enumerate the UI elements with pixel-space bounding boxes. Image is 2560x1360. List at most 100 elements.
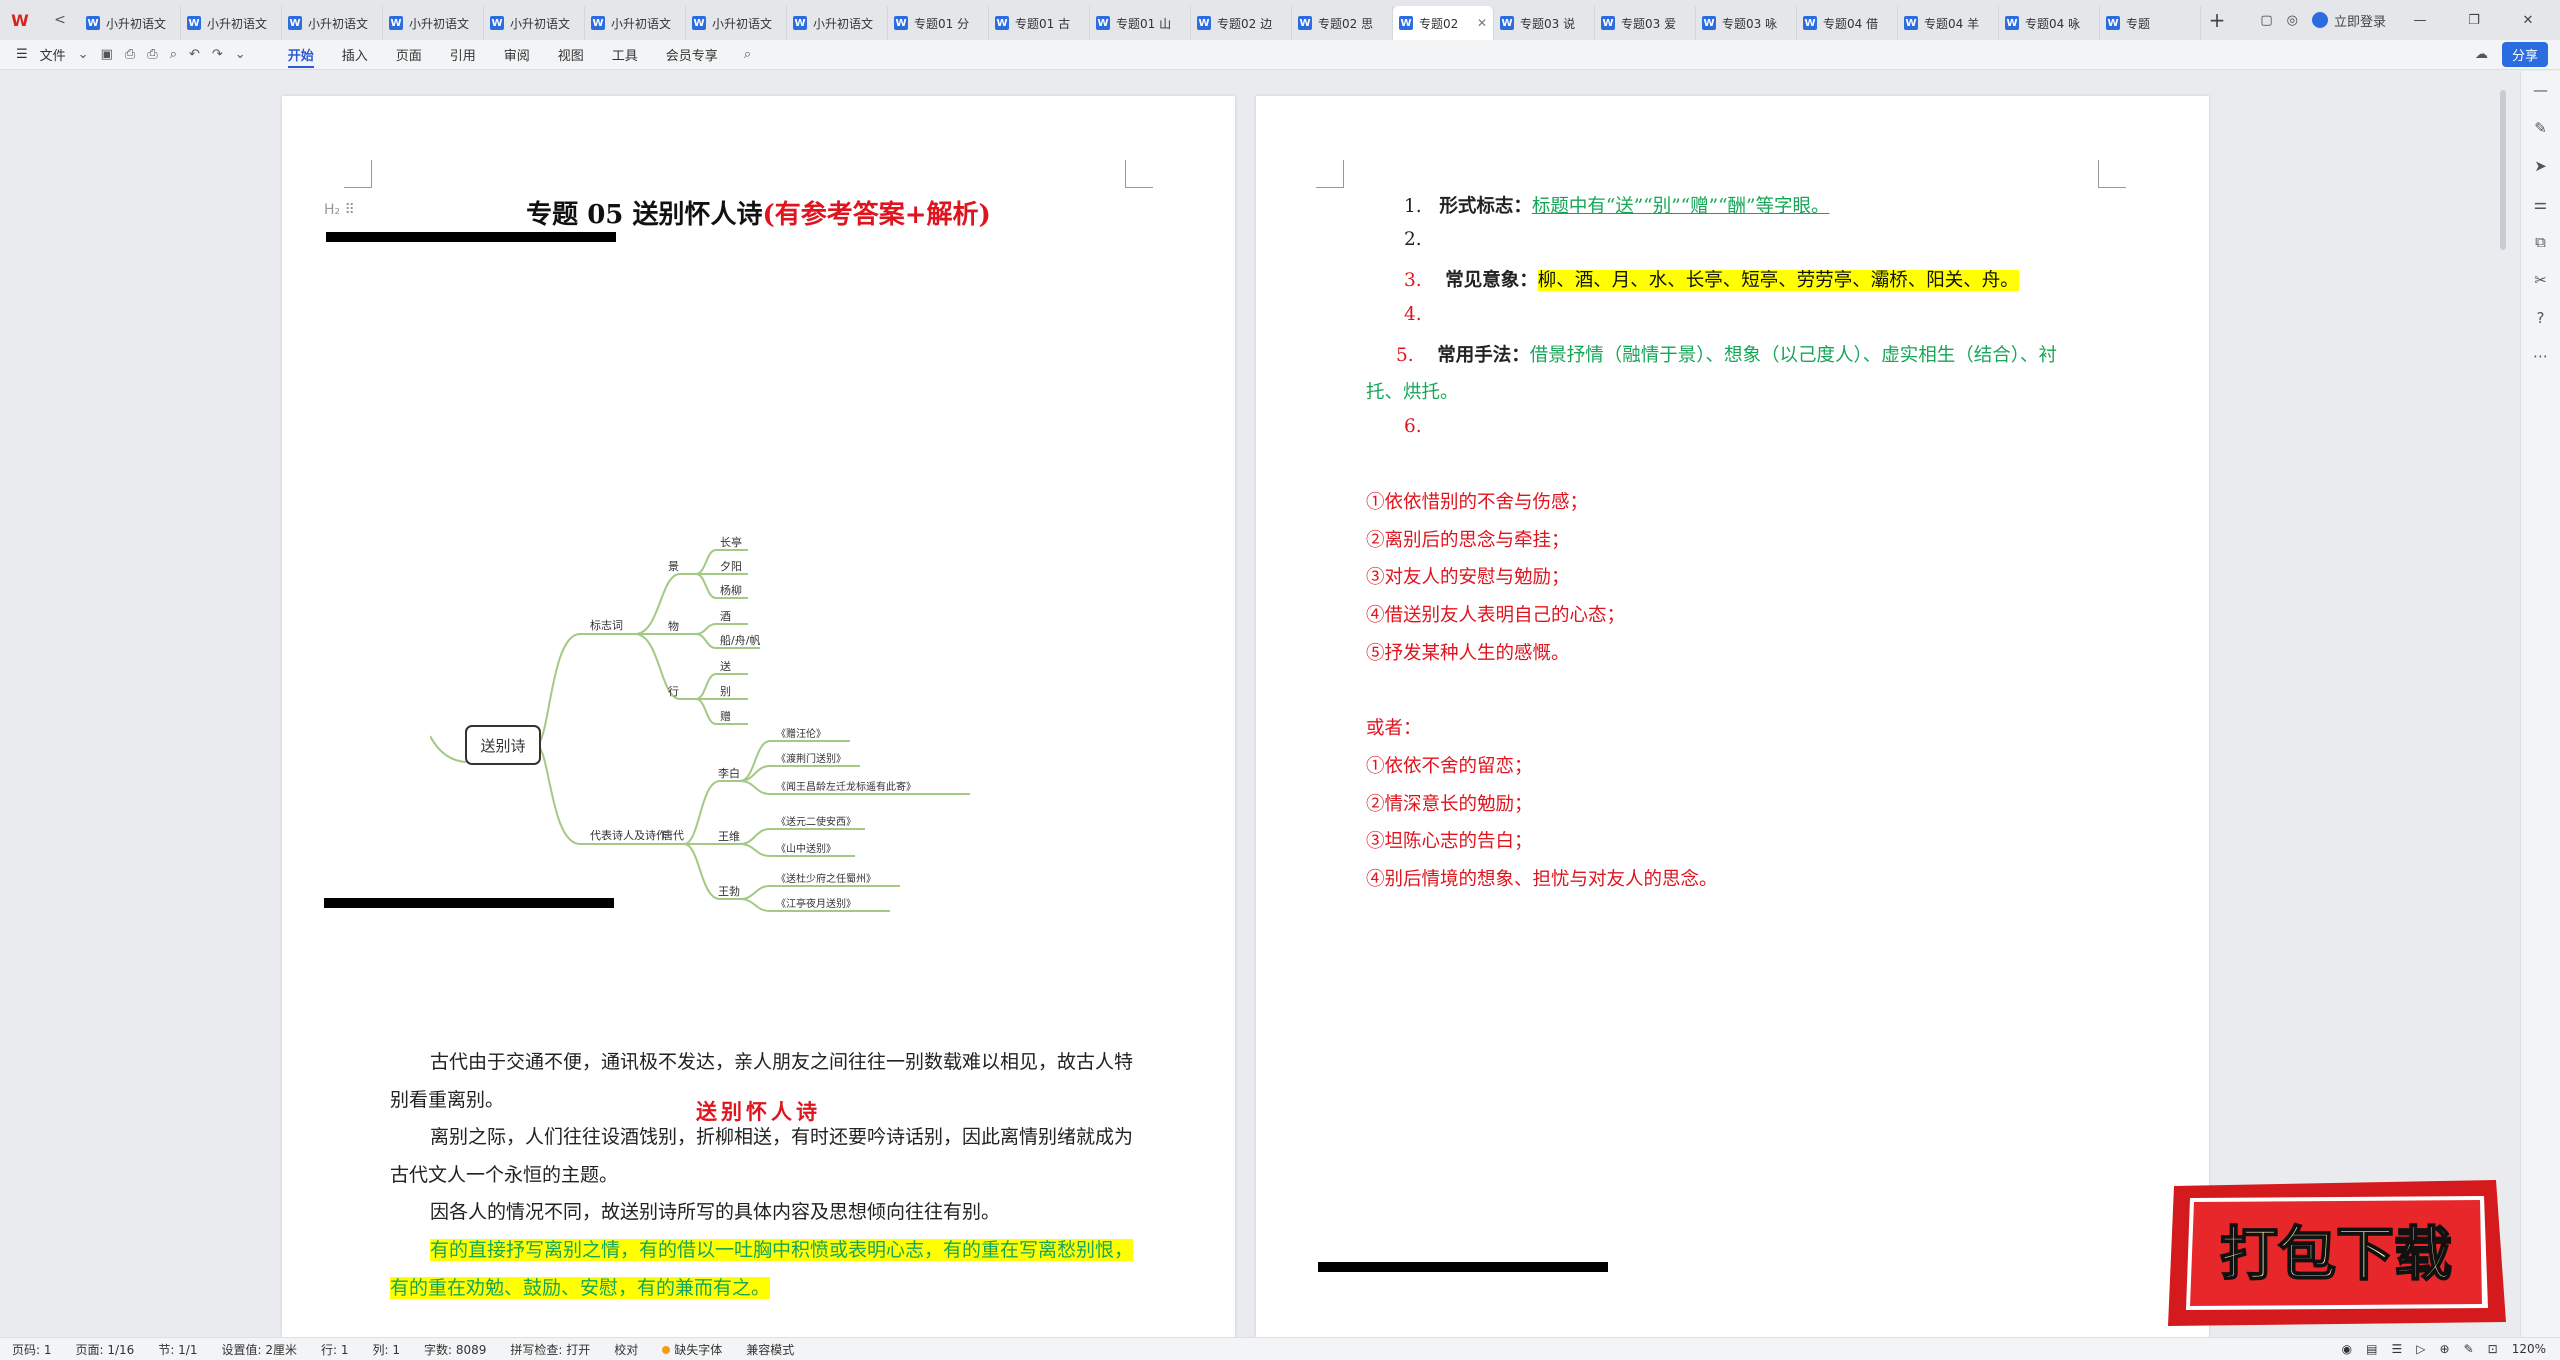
status-row[interactable]: 行: 1 bbox=[309, 1341, 361, 1358]
mindmap-poem: 《渡荆门送别》 bbox=[776, 752, 846, 765]
list-item-1: 1. 形式标志：标题中有“送”“别”“赠”“酬”等字眼。 bbox=[1404, 196, 1830, 217]
tab-title: 专题01 山 bbox=[1116, 16, 1172, 31]
collapse-icon[interactable]: — bbox=[2533, 81, 2548, 99]
page-title: 专题 05 送别怀人诗(有参考答案+解析) bbox=[526, 200, 991, 230]
select-icon[interactable]: ➤ bbox=[2534, 157, 2547, 175]
menu-tab[interactable]: 审阅 bbox=[490, 40, 544, 70]
fit-icon[interactable]: ⊡ bbox=[2488, 1342, 2498, 1356]
tab-title: 专题02 边 bbox=[1217, 16, 1273, 31]
document-tab[interactable]: W 小升初语文 bbox=[282, 6, 383, 40]
cloud-sync-icon[interactable]: ☁ bbox=[2475, 47, 2488, 62]
document-tab[interactable]: W 专题02 边 bbox=[1191, 6, 1292, 40]
window-layout-icon[interactable]: ▢ bbox=[2260, 13, 2272, 28]
document-tab[interactable]: W 专题03 爱 bbox=[1595, 6, 1696, 40]
tools-icon[interactable]: ✂ bbox=[2534, 271, 2547, 289]
search-icon[interactable]: ⌕ bbox=[744, 47, 751, 62]
redo-icon[interactable]: ↷ bbox=[212, 47, 223, 62]
document-tab[interactable]: W 专题03 说 bbox=[1494, 6, 1595, 40]
status-spell[interactable]: 拼写检查: 打开 bbox=[498, 1341, 602, 1358]
print-icon[interactable]: ⎙ bbox=[147, 47, 157, 62]
theme-item: ⑤抒发某种人生的感慨。 bbox=[1366, 642, 1570, 664]
menu-tab[interactable]: 引用 bbox=[436, 40, 490, 70]
pen-mode-icon[interactable]: ✎ bbox=[2464, 1342, 2474, 1356]
status-section[interactable]: 节: 1/1 bbox=[146, 1341, 209, 1358]
mindmap-leaf: 夕阳 bbox=[720, 560, 742, 573]
menu-tab[interactable]: 工具 bbox=[598, 40, 652, 70]
document-tab[interactable]: W 小升初语文 bbox=[484, 6, 585, 40]
wps-logo-icon[interactable]: W bbox=[0, 0, 40, 40]
menu-tab[interactable]: 会员专享 bbox=[652, 40, 732, 70]
play-icon[interactable]: ▷ bbox=[2416, 1342, 2425, 1356]
document-tab[interactable]: W 专题01 山 bbox=[1090, 6, 1191, 40]
menu-tab[interactable]: 开始 bbox=[274, 40, 328, 70]
minimize-button[interactable]: — bbox=[2400, 13, 2440, 28]
mindmap-leaf: 长亭 bbox=[720, 535, 742, 549]
share-button[interactable]: 分享 bbox=[2501, 42, 2548, 67]
theme-item: ④别后情境的想象、担忧与对友人的思念。 bbox=[1366, 869, 1718, 891]
file-menu-button[interactable]: 文件 bbox=[40, 45, 66, 64]
document-tab[interactable]: W 专题02 ✕ bbox=[1393, 6, 1494, 40]
document-tab[interactable]: W 专题02 思 bbox=[1292, 6, 1393, 40]
status-page-code[interactable]: 页码: 1 bbox=[0, 1341, 64, 1358]
export-icon[interactable]: ⎙ bbox=[125, 47, 135, 62]
chevron-down-icon[interactable]: ⌄ bbox=[78, 47, 89, 62]
close-window-button[interactable]: ✕ bbox=[2508, 13, 2548, 28]
zoom-level[interactable]: 120% bbox=[2512, 1342, 2546, 1356]
document-tab[interactable]: W 小升初语文 bbox=[80, 6, 181, 40]
hamburger-menu-icon[interactable]: ☰ bbox=[16, 47, 28, 62]
tab-scroll-left-icon[interactable]: < bbox=[40, 0, 80, 40]
undo-icon[interactable]: ↶ bbox=[189, 47, 200, 62]
document-tab[interactable]: W 小升初语文 bbox=[383, 6, 484, 40]
tab-close-icon[interactable]: ✕ bbox=[1473, 16, 1487, 30]
document-tab[interactable]: W 小升初语文 bbox=[787, 6, 888, 40]
outline-icon[interactable]: ☰ bbox=[2392, 1342, 2403, 1356]
login-button[interactable]: 立即登录 bbox=[2311, 11, 2386, 30]
menu-tab[interactable]: 插入 bbox=[328, 40, 382, 70]
mindmap-branch-2: 代表诗人及诗作 bbox=[590, 828, 667, 842]
status-words[interactable]: 字数: 8089 bbox=[412, 1341, 498, 1358]
word-doc-icon: W bbox=[793, 16, 807, 30]
document-tab[interactable]: W 小升初语文 bbox=[181, 6, 282, 40]
menu-tab[interactable]: 视图 bbox=[544, 40, 598, 70]
status-compat[interactable]: 兼容模式 bbox=[734, 1341, 806, 1358]
document-tab[interactable]: W 专题04 羊 bbox=[1898, 6, 1999, 40]
help-icon[interactable]: ? bbox=[2537, 309, 2545, 327]
document-tab[interactable]: W 小升初语文 bbox=[585, 6, 686, 40]
new-tab-button[interactable]: + bbox=[2201, 0, 2233, 40]
pen-icon[interactable]: ✎ bbox=[2534, 119, 2547, 137]
document-tab[interactable]: W 小升初语文 bbox=[686, 6, 787, 40]
status-page[interactable]: 页面: 1/16 bbox=[64, 1341, 147, 1358]
download-stamp-badge[interactable]: 打包下载 bbox=[2160, 1172, 2512, 1330]
skin-icon[interactable]: ◎ bbox=[2287, 13, 2298, 28]
document-tab[interactable]: W 专题03 咏 bbox=[1696, 6, 1797, 40]
status-col[interactable]: 列: 1 bbox=[360, 1341, 412, 1358]
status-proof[interactable]: 校对 bbox=[602, 1341, 650, 1358]
more-icon[interactable]: ⋯ bbox=[2533, 347, 2548, 365]
redaction-bar bbox=[324, 898, 614, 908]
status-setting[interactable]: 设置值: 2厘米 bbox=[209, 1341, 309, 1358]
settings-sliders-icon[interactable]: ⚌ bbox=[2534, 195, 2547, 213]
word-doc-icon: W bbox=[2005, 16, 2019, 30]
document-tab[interactable]: W 专题 bbox=[2100, 6, 2201, 40]
mindmap-poet: 王勃 bbox=[718, 885, 740, 898]
theme-item: ①依依惜别的不舍与伤感； bbox=[1366, 492, 1589, 513]
print-preview-icon[interactable]: ⌕ bbox=[170, 47, 177, 62]
page-view-icon[interactable]: ▤ bbox=[2366, 1342, 2377, 1356]
save-icon[interactable]: ▣ bbox=[101, 47, 113, 62]
maximize-button[interactable]: ❐ bbox=[2454, 13, 2494, 28]
translate-icon[interactable]: ⧉ bbox=[2535, 233, 2546, 251]
status-missing-font[interactable]: 缺失字体 bbox=[650, 1341, 734, 1358]
word-doc-icon: W bbox=[1298, 16, 1312, 30]
document-tab[interactable]: W 专题04 借 bbox=[1797, 6, 1898, 40]
document-page-1[interactable]: H₂ ⠿ 专题 05 送别怀人诗(有参考答案+解析) 送别诗 标志词 代表诗人及… bbox=[282, 96, 1235, 1337]
more-chevron-icon[interactable]: ⌄ bbox=[235, 47, 246, 62]
document-tab[interactable]: W 专题01 分 bbox=[888, 6, 989, 40]
mindmap-leaf: 送 bbox=[720, 659, 731, 673]
document-tab[interactable]: W 专题01 古 bbox=[989, 6, 1090, 40]
vertical-scrollbar[interactable] bbox=[2500, 90, 2506, 250]
document-page-2[interactable]: 1. 形式标志：标题中有“送”“别”“赠”“酬”等字眼。 2. 3. 常见意象：… bbox=[1256, 96, 2209, 1337]
document-tab[interactable]: W 专题04 咏 bbox=[1999, 6, 2100, 40]
web-view-icon[interactable]: ⊕ bbox=[2440, 1342, 2450, 1356]
menu-tab[interactable]: 页面 bbox=[382, 40, 436, 70]
eye-icon[interactable]: ◉ bbox=[2342, 1342, 2352, 1356]
